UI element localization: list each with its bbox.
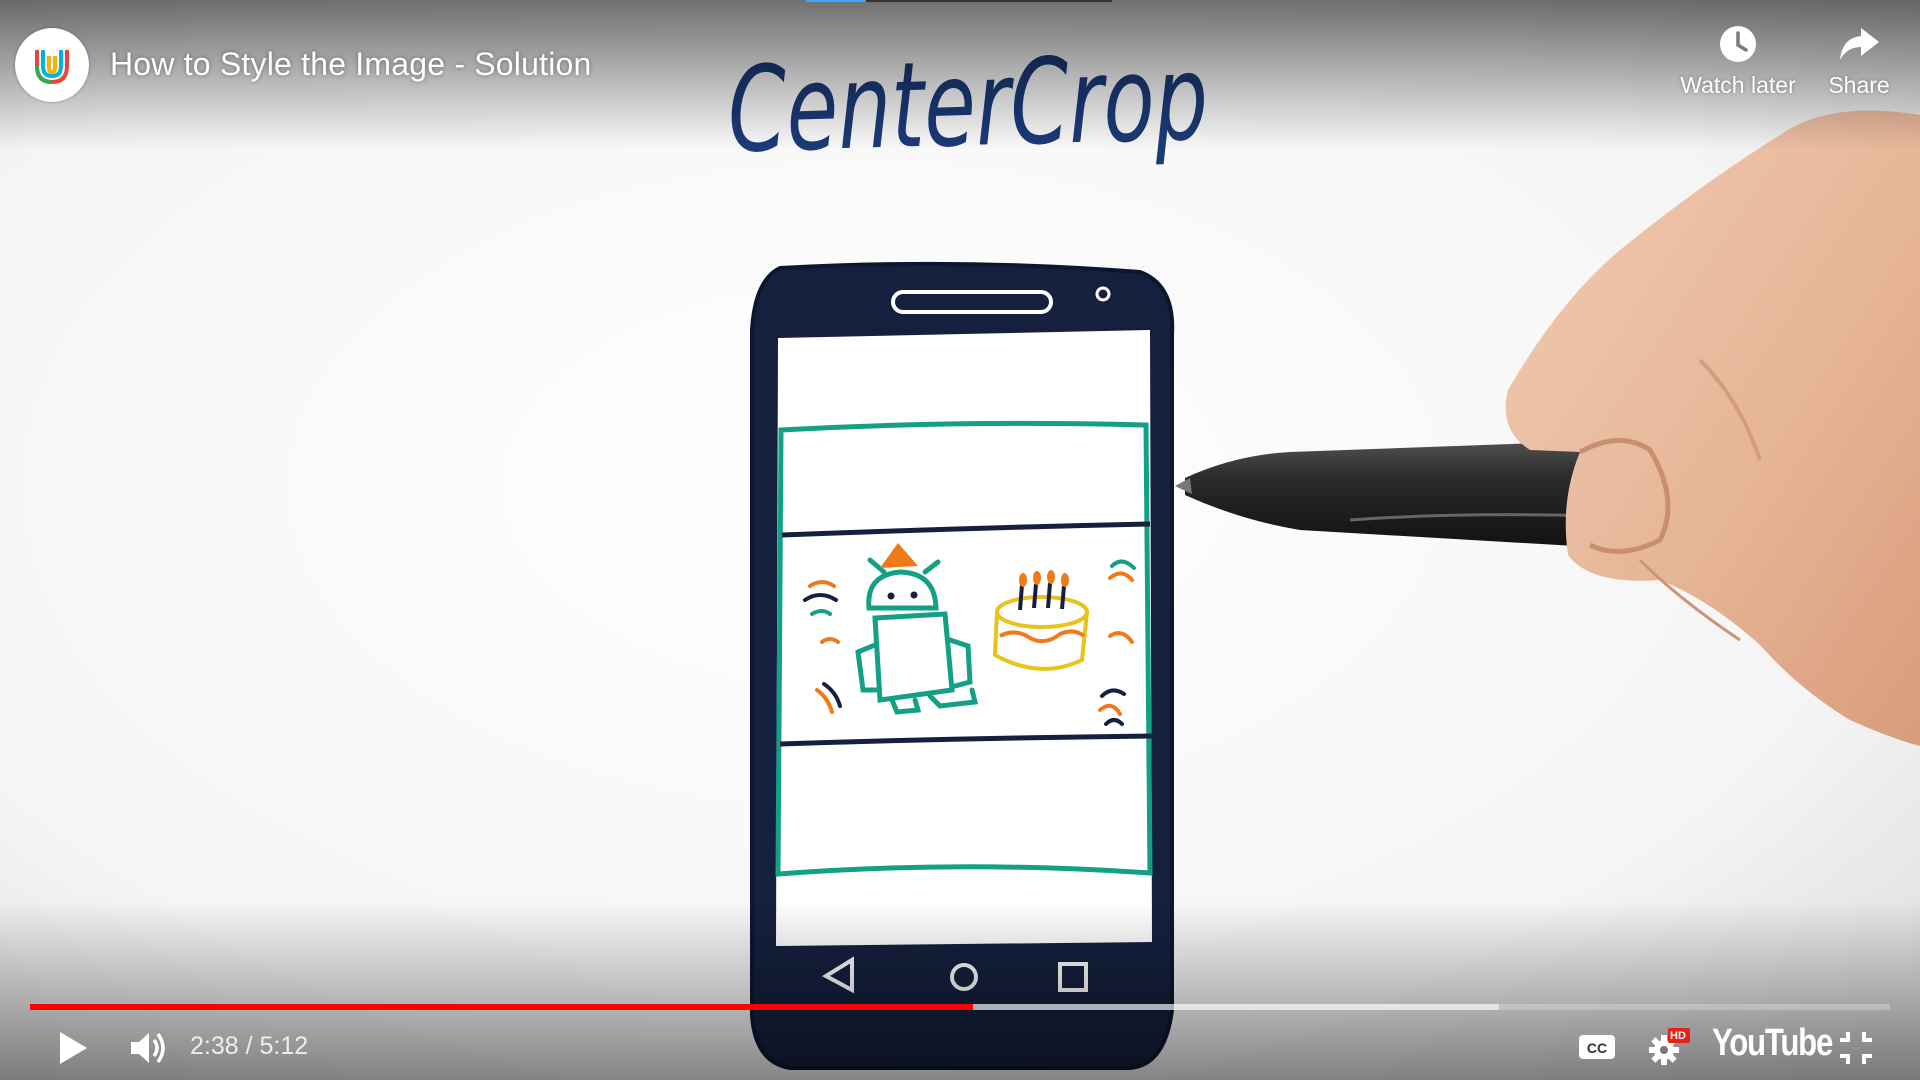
captions-button[interactable]: CC xyxy=(1578,1032,1616,1067)
share-arrow-icon xyxy=(1840,28,1879,60)
time-display: 2:38 / 5:12 xyxy=(190,1032,308,1061)
channel-avatar[interactable] xyxy=(15,28,89,102)
video-title[interactable]: How to Style the Image - Solution xyxy=(110,46,592,83)
watch-later-button[interactable]: Watch later xyxy=(1668,24,1808,99)
progress-bar[interactable] xyxy=(30,1004,1890,1010)
hd-badge: HD xyxy=(1670,1030,1686,1042)
share-label: Share xyxy=(1828,72,1890,98)
share-button[interactable]: Share xyxy=(1789,24,1920,99)
exit-fullscreen-button[interactable] xyxy=(1838,1030,1874,1071)
time-separator: / xyxy=(238,1032,260,1060)
udacity-logo-icon xyxy=(35,50,69,85)
play-icon xyxy=(60,1032,87,1064)
exit-fullscreen-icon xyxy=(1840,1032,1872,1064)
play-button[interactable] xyxy=(56,1030,90,1071)
svg-text:CC: CC xyxy=(1587,1040,1607,1056)
settings-button[interactable]: HD xyxy=(1646,1026,1692,1073)
youtube-logo[interactable]: YouTube xyxy=(1712,1022,1833,1065)
clock-icon xyxy=(1720,26,1756,62)
progress-played xyxy=(30,1004,973,1010)
mute-button[interactable] xyxy=(128,1028,170,1073)
duration: 5:12 xyxy=(259,1032,309,1060)
volume-icon xyxy=(131,1032,165,1064)
current-time: 2:38 xyxy=(190,1032,239,1060)
top-loading-bar xyxy=(806,0,1112,2)
video-player[interactable]: CenterCrop xyxy=(0,0,1920,1080)
cc-icon: CC xyxy=(1579,1035,1615,1059)
watch-later-label: Watch later xyxy=(1680,72,1796,98)
